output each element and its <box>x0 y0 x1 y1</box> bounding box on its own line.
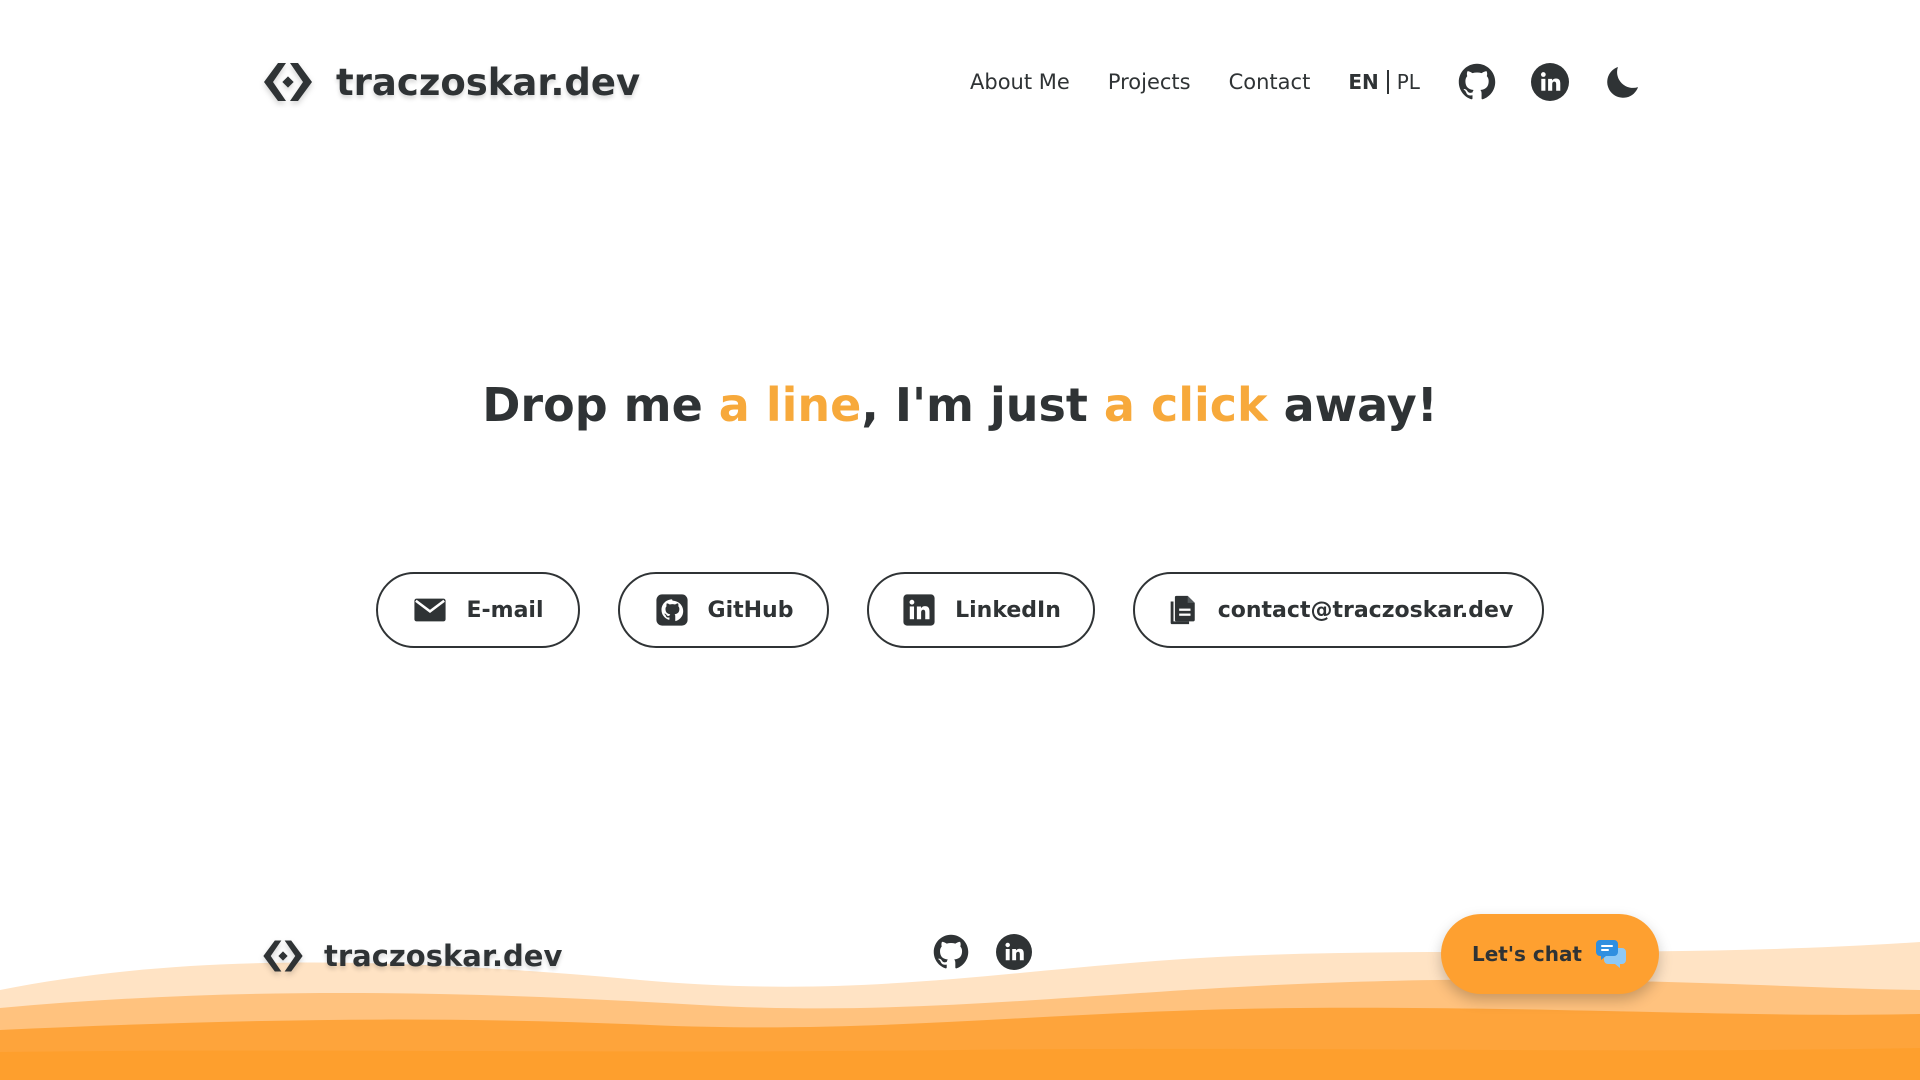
hero-text-part-2: , I'm just <box>861 378 1104 432</box>
copy-email-button[interactable]: contact@traczoskar.dev <box>1133 572 1544 648</box>
chat-button-label: Let's chat <box>1471 942 1582 966</box>
linkedin-button-label: LinkedIn <box>955 597 1061 623</box>
hero-heading: Drop me a line, I'm just a click away! <box>0 378 1920 432</box>
hero-text-part-3: away! <box>1267 378 1438 432</box>
footer-brand-logo[interactable]: traczoskar.dev <box>260 934 562 978</box>
github-icon[interactable] <box>933 934 969 970</box>
brand-name: traczoskar.dev <box>336 60 641 104</box>
email-button[interactable]: E-mail <box>376 572 580 648</box>
nav-link-contact[interactable]: Contact <box>1229 70 1311 94</box>
code-brackets-icon <box>260 60 316 104</box>
linkedin-icon[interactable] <box>1530 63 1569 101</box>
footer-social-links <box>933 934 1032 970</box>
lang-divider <box>1386 70 1389 94</box>
hero-accent-2: a click <box>1103 378 1268 432</box>
nav-link-projects[interactable]: Projects <box>1108 70 1191 94</box>
envelope-icon <box>412 592 448 628</box>
nav-link-about[interactable]: About Me <box>970 70 1070 94</box>
main-nav: About Me Projects Contact EN PL <box>970 62 1642 102</box>
lang-en[interactable]: EN <box>1348 70 1378 94</box>
footer-brand-name: traczoskar.dev <box>324 939 563 973</box>
github-square-icon <box>654 592 690 628</box>
linkedin-square-icon <box>901 592 937 628</box>
site-header: traczoskar.dev About Me Projects Contact… <box>0 0 1920 162</box>
contact-buttons: E-mail GitHub LinkedIn contact@traczoska… <box>376 572 1546 648</box>
linkedin-icon[interactable] <box>996 934 1032 970</box>
brand-logo[interactable]: traczoskar.dev <box>260 56 640 108</box>
github-button-label: GitHub <box>707 597 794 623</box>
github-icon[interactable] <box>1458 63 1496 101</box>
hero-accent-1: a line <box>718 378 862 432</box>
lets-chat-button[interactable]: Let's chat <box>1441 914 1659 994</box>
language-switcher: EN PL <box>1348 70 1420 94</box>
linkedin-button[interactable]: LinkedIn <box>867 572 1095 648</box>
dark-mode-moon-icon[interactable] <box>1604 63 1642 101</box>
copy-icon <box>1164 592 1200 628</box>
lang-pl[interactable]: PL <box>1397 70 1420 94</box>
github-button[interactable]: GitHub <box>618 572 829 648</box>
contact-email-label: contact@traczoskar.dev <box>1217 597 1514 623</box>
code-brackets-icon <box>260 938 306 974</box>
hero-text-part-1: Drop me <box>482 378 719 432</box>
chat-bubbles-icon <box>1594 938 1628 970</box>
email-button-label: E-mail <box>466 597 544 623</box>
